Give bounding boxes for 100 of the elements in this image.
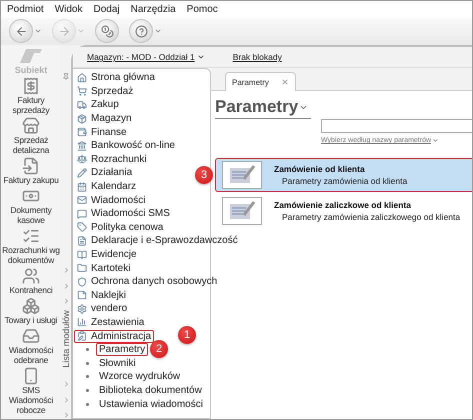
- parameter-row[interactable]: Zamówienie od klienta Parametry zamówienia od klienta: [215, 158, 472, 192]
- module-subitem[interactable]: Wzorce wydruków: [96, 370, 184, 384]
- page-title[interactable]: Parametry: [215, 97, 312, 119]
- receipt-icon: [22, 77, 40, 95]
- menu-item[interactable]: Podmiot: [7, 4, 44, 14]
- caret-icon: [196, 53, 205, 61]
- tag-icon: [77, 222, 87, 232]
- coins-icon: [100, 24, 114, 38]
- home-icon: [77, 72, 87, 83]
- bullet-icon: [86, 348, 89, 352]
- truck-icon: [77, 100, 87, 110]
- close-icon[interactable]: [280, 78, 289, 86]
- module-subitem[interactable]: Biblioteka dokumentów: [96, 384, 205, 397]
- sidebar-item[interactable]: Sprzedaż detaliczna: [2, 135, 60, 155]
- caret-icon: [154, 27, 162, 35]
- book-icon: [77, 250, 87, 260]
- module-list-label: Lista modułów: [61, 310, 71, 368]
- module-item[interactable]: Wiadomości SMS: [74, 207, 173, 220]
- caret-icon: [34, 27, 42, 35]
- caret-icon: [77, 27, 85, 35]
- pencil-icon: [77, 168, 87, 178]
- bullet-icon: [86, 375, 89, 378]
- form-icon: [222, 197, 262, 225]
- toolbar-button[interactable]: [9, 19, 42, 43]
- checklist-icon: [22, 227, 40, 245]
- toolbar-button[interactable]: [129, 19, 162, 43]
- module-item[interactable]: vendero: [74, 302, 130, 316]
- lock-link[interactable]: Brak blokady: [232, 52, 282, 62]
- cart-icon: [77, 86, 87, 96]
- module-item[interactable]: Kalendarz: [74, 180, 140, 194]
- warehouse-link[interactable]: Magazyn: - MOD - Oddział 1: [87, 52, 205, 62]
- bullet-icon: [86, 362, 89, 365]
- menu-item[interactable]: Narzędzia: [130, 4, 176, 14]
- row-title: Zamówienie od klienta: [274, 164, 366, 174]
- row-description: Parametry zamówienia zaliczkowego od klienta: [281, 212, 460, 222]
- menu-item[interactable]: Dodaj: [93, 4, 120, 14]
- form-icon: [222, 161, 262, 189]
- sidebar-item[interactable]: Towary i usługi: [4, 315, 58, 325]
- help-icon: [134, 24, 148, 38]
- module-item[interactable]: Polityka cenowa: [74, 220, 166, 234]
- package-icon: [77, 114, 87, 124]
- document-icon: [77, 236, 87, 246]
- back-arrow-icon: [14, 24, 28, 38]
- clipboard-icon: [77, 331, 87, 342]
- module-item[interactable]: Rozrachunki: [74, 152, 150, 166]
- step-badge: 2: [150, 340, 168, 358]
- module-item[interactable]: Kartoteki: [74, 262, 134, 275]
- module-item[interactable]: Ewidencje: [74, 248, 140, 262]
- menu-item[interactable]: Widok: [54, 4, 82, 14]
- sidebar-item[interactable]: Rozrachunki wg dokumentów: [2, 245, 60, 265]
- bullet-icon: [86, 388, 89, 392]
- document-icon: [22, 157, 40, 175]
- sidebar-item[interactable]: Dokumenty kasowe: [2, 205, 60, 225]
- calendar-icon: [77, 182, 87, 192]
- inbox-icon: [22, 327, 40, 345]
- note-icon: [77, 290, 87, 300]
- app-logo: Subiekt: [14, 65, 48, 75]
- message-icon: [77, 208, 87, 219]
- module-subitem[interactable]: Parametry: [96, 343, 148, 356]
- row-description: Parametry zamówienia od klienta: [281, 176, 408, 186]
- step-badge: 1: [178, 326, 196, 344]
- sidebar-item[interactable]: Wiadomości odebrane: [2, 345, 60, 365]
- module-item[interactable]: Naklejki: [74, 288, 130, 302]
- mail-icon: [77, 195, 87, 206]
- sidebar-item[interactable]: Kontrahenci: [9, 285, 53, 295]
- scale-icon: [77, 154, 87, 164]
- module-item[interactable]: Sprzedaż: [74, 84, 136, 98]
- module-item[interactable]: Działania: [74, 166, 136, 180]
- wallet-icon: [77, 127, 87, 138]
- people-icon: [22, 267, 40, 285]
- module-item[interactable]: Administracja: [74, 330, 154, 343]
- bullet-icon: [86, 402, 89, 406]
- toolbar-button[interactable]: [95, 19, 119, 43]
- sidebar-item[interactable]: Faktury zakupu: [3, 175, 59, 185]
- gear-icon: [77, 304, 87, 314]
- module-item[interactable]: Zestawienia: [74, 316, 148, 329]
- module-item[interactable]: Deklaracje i e-Sprawozdawczość: [74, 234, 241, 248]
- boxes-icon: [22, 297, 40, 315]
- store-icon: [22, 117, 40, 135]
- pin-icon[interactable]: [62, 73, 70, 80]
- module-item[interactable]: Bankowość on-line: [74, 139, 178, 152]
- module-subitem[interactable]: Ustawienia wiadomości: [96, 398, 206, 411]
- chart-icon: [77, 317, 87, 328]
- shield-icon: [77, 276, 87, 287]
- forward-arrow-icon: [58, 24, 70, 38]
- search-field[interactable]: [321, 119, 472, 133]
- module-item[interactable]: Zakup: [74, 98, 122, 112]
- module-item[interactable]: Finanse: [74, 126, 130, 139]
- row-title: Zamówienie zaliczkowe od klienta: [274, 200, 412, 210]
- sidebar-item[interactable]: Faktury sprzedaży: [2, 95, 60, 115]
- module-subitem[interactable]: Słowniki: [96, 356, 139, 370]
- tab[interactable]: Parametry: [225, 72, 296, 91]
- module-item[interactable]: Ochrona danych osobowych: [74, 275, 220, 288]
- module-item[interactable]: Wiadomości: [74, 194, 148, 207]
- sidebar-item[interactable]: SMS Wiadomości robocze: [2, 385, 60, 415]
- module-item[interactable]: Magazyn: [74, 112, 135, 126]
- menu-item[interactable]: Pomoc: [186, 4, 218, 14]
- folder-icon: [77, 263, 87, 274]
- phone-icon: [22, 367, 40, 385]
- module-item[interactable]: Strona główna: [74, 71, 158, 84]
